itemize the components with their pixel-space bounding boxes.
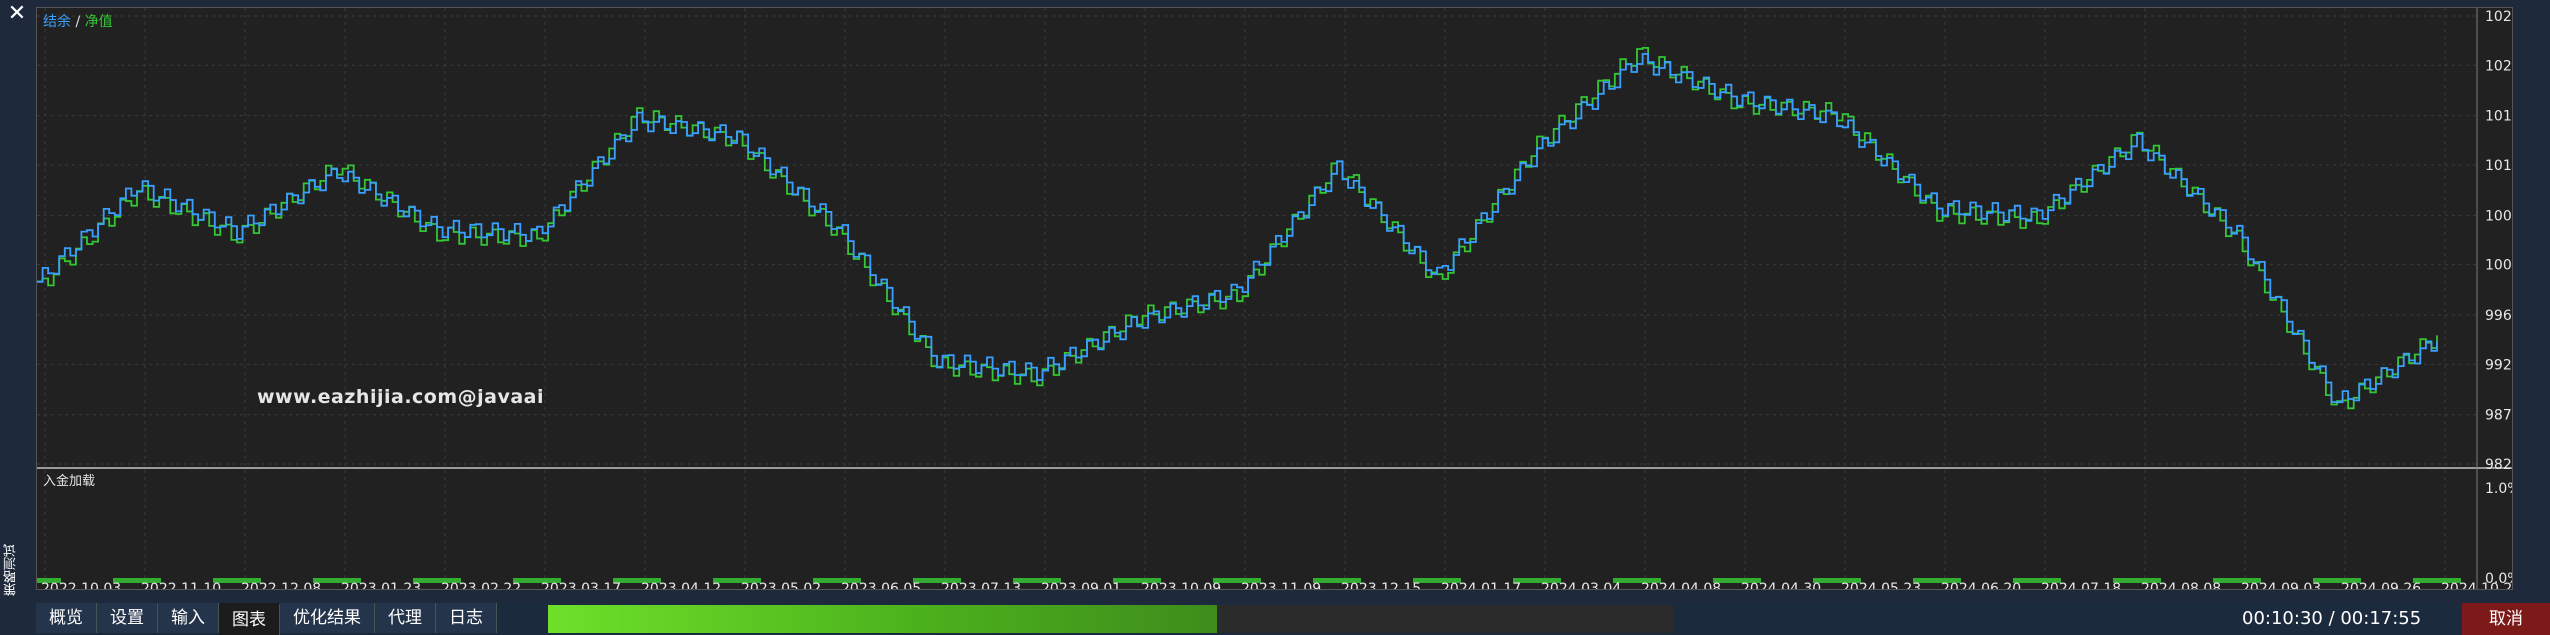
y-tick-label: 10246 <box>2485 9 2512 25</box>
x-tick-label: 2024.04.30 <box>1741 581 1821 589</box>
x-tick-label: 2022.11.10 <box>141 581 221 589</box>
x-tick-label: 2023.04.12 <box>641 581 721 589</box>
chart-svg: 10246 10200 10153 10107 10060 10014 9967 9921 98… <box>37 8 2512 589</box>
x-tick-label: 2023.11.09 <box>1241 581 1321 589</box>
x-tick-label: 2023.05.02 <box>741 581 821 589</box>
watermark-text: www.eazhijia.com@javaai <box>257 386 545 408</box>
y-tick-label: 9874 <box>2485 408 2512 424</box>
y-tick-label: 10200 <box>2485 58 2512 74</box>
progress-fill <box>548 605 1218 633</box>
deposit-load-label: 入金加载 <box>43 474 96 489</box>
legend-balance: 结余 <box>43 14 71 30</box>
x-tick-label: 2024.07.18 <box>2041 581 2121 589</box>
y-tick-label: 10107 <box>2485 158 2512 174</box>
x-tick-label: 2023.10.09 <box>1141 581 1221 589</box>
chart-legend: 结余 / 净值 <box>43 11 113 31</box>
y-tick-label: 9921 <box>2485 357 2512 373</box>
x-tick-label: 2024.06.20 <box>1941 581 2021 589</box>
progress-bar <box>548 605 1673 633</box>
tab-journal[interactable]: 日志 <box>436 603 497 633</box>
x-tick-label: 2024.09.26 <box>2341 581 2421 589</box>
close-icon[interactable]: ✕ <box>6 2 28 26</box>
x-tick-label: 2023.02.22 <box>441 581 521 589</box>
tab-optimization-results[interactable]: 优化结果 <box>280 603 375 633</box>
y-tick-label: 10014 <box>2485 258 2512 274</box>
chart-panel: 10246 10200 10153 10107 10060 10014 9967 9921 98… <box>36 7 2513 590</box>
x-tick-label: 2024.04.08 <box>1641 581 1721 589</box>
balance-series-line <box>37 53 2438 404</box>
x-tick-label: 2024.05.23 <box>1841 581 1921 589</box>
left-strip: ✕ 策略测试 <box>0 0 33 635</box>
tab-bar: 概览 设置 输入 图表 优化结果 代理 日志 <box>36 603 497 635</box>
x-tick-label: 2022.10.03 <box>41 581 121 589</box>
x-tick-label: 2023.01.23 <box>341 581 421 589</box>
x-tick-label: 2023.12.15 <box>1341 581 1421 589</box>
tab-overview[interactable]: 概览 <box>36 603 97 633</box>
y-tick-label: 9967 <box>2485 308 2512 324</box>
x-tick-label: 2024.01.17 <box>1441 581 1521 589</box>
y-tick-label: 10060 <box>2485 208 2512 224</box>
deposit-tick-label: 0.0% <box>2485 571 2512 587</box>
x-tick-label: 2023.06.05 <box>841 581 921 589</box>
strategy-tester-title: 策略测试 <box>4 544 19 596</box>
x-tick-label: 2022.12.08 <box>241 581 321 589</box>
tab-inputs[interactable]: 输入 <box>158 603 219 633</box>
y-tick-label: 9828 <box>2485 457 2512 473</box>
equity-series-line <box>37 47 2438 410</box>
x-tick-label: 2023.03.17 <box>541 581 621 589</box>
x-tick-label: 2024.08.08 <box>2141 581 2221 589</box>
x-tick-label: 2024.09.03 <box>2241 581 2321 589</box>
tab-settings[interactable]: 设置 <box>97 603 158 633</box>
bottom-bar: 概览 设置 输入 图表 优化结果 代理 日志 00:10:30 / 00:17:… <box>36 603 2550 635</box>
x-tick-label: 2023.07.13 <box>941 581 1021 589</box>
elapsed-timer: 00:10:30 / 00:17:55 <box>2242 608 2422 629</box>
x-tick-label: 2024.03.04 <box>1541 581 1621 589</box>
x-tick-label: 2023.09.01 <box>1041 581 1121 589</box>
tab-chart[interactable]: 图表 <box>219 603 280 635</box>
deposit-tick-label: 1.0% <box>2485 481 2512 497</box>
legend-equity: 净值 <box>84 14 113 30</box>
cancel-button[interactable]: 取消 <box>2462 603 2550 635</box>
legend-separator: / <box>75 14 81 30</box>
y-tick-label: 10153 <box>2485 109 2512 125</box>
tab-agents[interactable]: 代理 <box>375 603 436 633</box>
